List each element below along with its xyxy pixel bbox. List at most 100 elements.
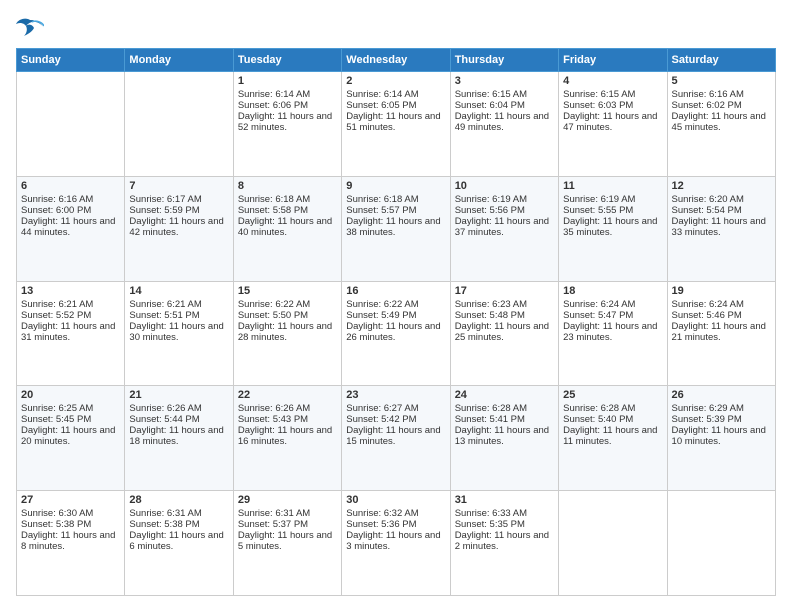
daylight-text: Daylight: 11 hours and 28 minutes. — [238, 321, 332, 343]
sunrise-text: Sunrise: 6:28 AM — [455, 403, 527, 414]
daylight-text: Daylight: 11 hours and 3 minutes. — [346, 530, 440, 552]
sunset-text: Sunset: 5:45 PM — [21, 414, 91, 425]
daylight-text: Daylight: 11 hours and 18 minutes. — [129, 425, 223, 447]
weekday-header-friday: Friday — [559, 49, 667, 72]
sunset-text: Sunset: 5:43 PM — [238, 414, 308, 425]
sunset-text: Sunset: 6:03 PM — [563, 100, 633, 111]
calendar-cell: 7Sunrise: 6:17 AMSunset: 5:59 PMDaylight… — [125, 176, 233, 281]
calendar-cell: 23Sunrise: 6:27 AMSunset: 5:42 PMDayligh… — [342, 386, 450, 491]
calendar-cell: 9 Sunrise: 6:18 AMSunset: 5:57 PMDaylight… — [342, 176, 450, 281]
sunset-text: Sunset: 5:54 PM — [672, 205, 742, 216]
day-number: 3 — [455, 75, 554, 87]
sunrise-text: Sunrise: 6:14 AM — [238, 89, 310, 100]
calendar-cell: 6Sunrise: 6:16 AMSunset: 6:00 PMDaylight… — [17, 176, 125, 281]
sunset-text: Sunset: 5:37 PM — [238, 519, 308, 530]
sunset-text: Sunset: 5:46 PM — [672, 310, 742, 321]
day-number: 14 — [129, 285, 228, 297]
week-row-3: 13Sunrise: 6:21 AMSunset: 5:52 PMDayligh… — [17, 281, 776, 386]
sunset-text: Sunset: 5:52 PM — [21, 310, 91, 321]
sunrise-text: Sunrise: 6:24 AM — [672, 299, 744, 310]
day-number: 13 — [21, 285, 120, 297]
daylight-text: Daylight: 11 hours and 51 minutes. — [346, 111, 440, 133]
sunset-text: Sunset: 5:59 PM — [129, 205, 199, 216]
sunset-text: Sunset: 5:36 PM — [346, 519, 416, 530]
sunrise-text: Sunrise: 6:20 AM — [672, 194, 744, 205]
sunset-text: Sunset: 5:47 PM — [563, 310, 633, 321]
daylight-text: Daylight: 11 hours and 23 minutes. — [563, 321, 657, 343]
daylight-text: Daylight: 11 hours and 52 minutes. — [238, 111, 332, 133]
calendar-cell: 5Sunrise: 6:16 AMSunset: 6:02 PMDaylight… — [667, 72, 775, 177]
weekday-header-row: SundayMondayTuesdayWednesdayThursdayFrid… — [17, 49, 776, 72]
sunrise-text: Sunrise: 6:29 AM — [672, 403, 744, 414]
sunset-text: Sunset: 6:05 PM — [346, 100, 416, 111]
week-row-4: 20Sunrise: 6:25 AMSunset: 5:45 PMDayligh… — [17, 386, 776, 491]
daylight-text: Daylight: 11 hours and 6 minutes. — [129, 530, 223, 552]
sunset-text: Sunset: 5:50 PM — [238, 310, 308, 321]
daylight-text: Daylight: 11 hours and 45 minutes. — [672, 111, 766, 133]
sunset-text: Sunset: 5:48 PM — [455, 310, 525, 321]
calendar-cell: 1Sunrise: 6:14 AMSunset: 6:06 PMDaylight… — [233, 72, 341, 177]
day-number: 24 — [455, 389, 554, 401]
sunset-text: Sunset: 5:44 PM — [129, 414, 199, 425]
sunrise-text: Sunrise: 6:16 AM — [21, 194, 93, 205]
calendar-cell: 15Sunrise: 6:22 AMSunset: 5:50 PMDayligh… — [233, 281, 341, 386]
daylight-text: Daylight: 11 hours and 20 minutes. — [21, 425, 115, 447]
sunset-text: Sunset: 5:35 PM — [455, 519, 525, 530]
sunrise-text: Sunrise: 6:18 AM — [346, 194, 418, 205]
calendar-cell — [125, 72, 233, 177]
sunrise-text: Sunrise: 6:25 AM — [21, 403, 93, 414]
weekday-header-saturday: Saturday — [667, 49, 775, 72]
weekday-header-tuesday: Tuesday — [233, 49, 341, 72]
sunrise-text: Sunrise: 6:32 AM — [346, 508, 418, 519]
sunset-text: Sunset: 6:02 PM — [672, 100, 742, 111]
weekday-header-wednesday: Wednesday — [342, 49, 450, 72]
sunset-text: Sunset: 5:40 PM — [563, 414, 633, 425]
logo — [16, 16, 48, 38]
calendar-cell: 30 Sunrise: 6:32 AMSunset: 5:36 PMDayligh… — [342, 491, 450, 596]
calendar-cell: 4Sunrise: 6:15 AMSunset: 6:03 PMDaylight… — [559, 72, 667, 177]
daylight-text: Daylight: 11 hours and 40 minutes. — [238, 216, 332, 238]
sunrise-text: Sunrise: 6:33 AM — [455, 508, 527, 519]
day-number: 21 — [129, 389, 228, 401]
sunrise-text: Sunrise: 6:15 AM — [455, 89, 527, 100]
calendar-cell: 11Sunrise: 6:19 AMSunset: 5:55 PMDayligh… — [559, 176, 667, 281]
calendar-cell: 20Sunrise: 6:25 AMSunset: 5:45 PMDayligh… — [17, 386, 125, 491]
day-number: 27 — [21, 494, 120, 506]
sunrise-text: Sunrise: 6:24 AM — [563, 299, 635, 310]
daylight-text: Daylight: 11 hours and 15 minutes. — [346, 425, 440, 447]
daylight-text: Daylight: 11 hours and 37 minutes. — [455, 216, 549, 238]
calendar-cell: 12 Sunrise: 6:20 AMSunset: 5:54 PMDayligh… — [667, 176, 775, 281]
weekday-header-monday: Monday — [125, 49, 233, 72]
weekday-header-sunday: Sunday — [17, 49, 125, 72]
calendar-cell: 21Sunrise: 6:26 AMSunset: 5:44 PMDayligh… — [125, 386, 233, 491]
header — [16, 16, 776, 38]
day-number: 30 — [346, 494, 445, 506]
calendar-cell: 18 Sunrise: 6:24 AMSunset: 5:47 PMDayligh… — [559, 281, 667, 386]
daylight-text: Daylight: 11 hours and 31 minutes. — [21, 321, 115, 343]
daylight-text: Daylight: 11 hours and 33 minutes. — [672, 216, 766, 238]
week-row-2: 6Sunrise: 6:16 AMSunset: 6:00 PMDaylight… — [17, 176, 776, 281]
sunrise-text: Sunrise: 6:23 AM — [455, 299, 527, 310]
sunrise-text: Sunrise: 6:31 AM — [238, 508, 310, 519]
daylight-text: Daylight: 11 hours and 25 minutes. — [455, 321, 549, 343]
logo-bird-icon — [16, 16, 44, 38]
calendar-cell: 25Sunrise: 6:28 AMSunset: 5:40 PMDayligh… — [559, 386, 667, 491]
day-number: 9 — [346, 180, 445, 192]
day-number: 23 — [346, 389, 445, 401]
daylight-text: Daylight: 11 hours and 49 minutes. — [455, 111, 549, 133]
sunset-text: Sunset: 6:04 PM — [455, 100, 525, 111]
daylight-text: Daylight: 11 hours and 26 minutes. — [346, 321, 440, 343]
daylight-text: Daylight: 11 hours and 42 minutes. — [129, 216, 223, 238]
sunrise-text: Sunrise: 6:31 AM — [129, 508, 201, 519]
day-number: 28 — [129, 494, 228, 506]
day-number: 19 — [672, 285, 771, 297]
day-number: 7 — [129, 180, 228, 192]
calendar-cell: 28Sunrise: 6:31 AMSunset: 5:38 PMDayligh… — [125, 491, 233, 596]
sunrise-text: Sunrise: 6:26 AM — [238, 403, 310, 414]
daylight-text: Daylight: 11 hours and 38 minutes. — [346, 216, 440, 238]
day-number: 16 — [346, 285, 445, 297]
sunset-text: Sunset: 5:57 PM — [346, 205, 416, 216]
day-number: 12 — [672, 180, 771, 192]
day-number: 18 — [563, 285, 662, 297]
calendar-cell: 13Sunrise: 6:21 AMSunset: 5:52 PMDayligh… — [17, 281, 125, 386]
